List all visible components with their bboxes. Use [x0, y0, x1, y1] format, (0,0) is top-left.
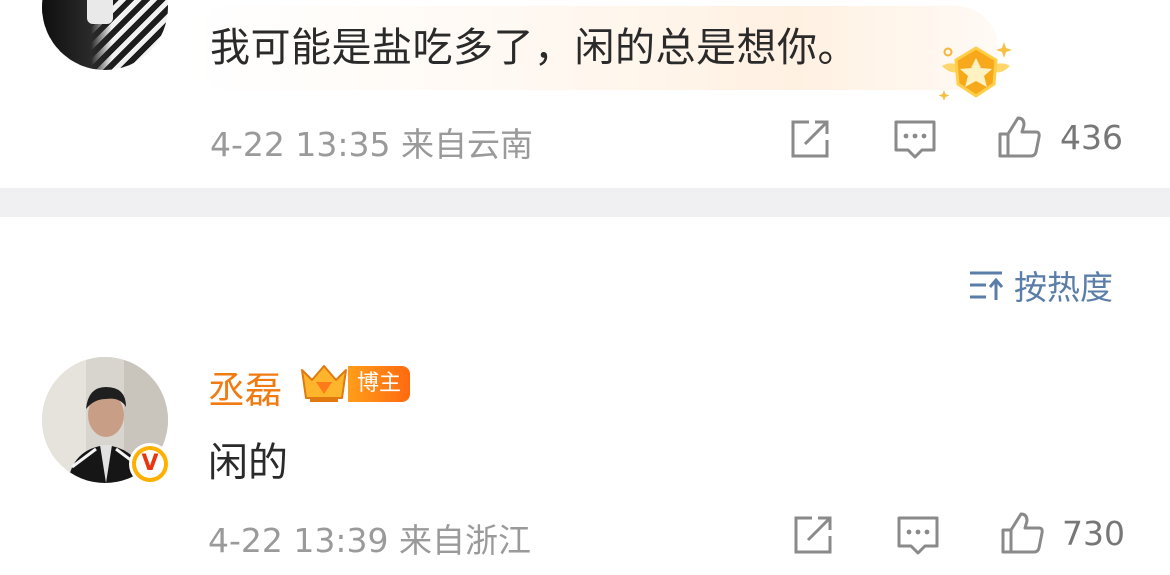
sort-lines-arrow-icon: [970, 271, 1004, 300]
comment-text: 我可能是盐吃多了，闲的总是想你。: [210, 25, 858, 71]
thumb-up-icon[interactable]: [999, 510, 1045, 556]
comment-text: 闲的: [208, 440, 288, 486]
username[interactable]: 丞磊: [208, 360, 282, 414]
avatar[interactable]: [42, 0, 168, 70]
thumb-up-icon[interactable]: [996, 114, 1042, 160]
comment-icon[interactable]: [895, 512, 941, 558]
share-edit-icon[interactable]: [790, 512, 836, 558]
comment-meta: 4-22 13:35 来自云南: [210, 125, 533, 164]
blogger-badge: 博主: [348, 366, 410, 402]
sort-label: 按热度: [1014, 268, 1113, 307]
avatar-figure: [87, 0, 113, 24]
comment-meta: 4-22 13:39 来自浙江: [208, 521, 531, 560]
sort-by-hot-button[interactable]: 按热度: [968, 262, 1113, 308]
comment-icon[interactable]: [892, 116, 938, 162]
crown-badge-icon: [301, 365, 347, 402]
section-divider: [0, 188, 1170, 217]
gold-star-badge-icon: [938, 42, 1012, 101]
verified-mark: V: [136, 450, 164, 478]
verified-badge: V: [129, 443, 171, 485]
like-count: 436: [1060, 118, 1123, 157]
share-edit-icon[interactable]: [787, 116, 833, 162]
like-count: 730: [1062, 514, 1125, 553]
